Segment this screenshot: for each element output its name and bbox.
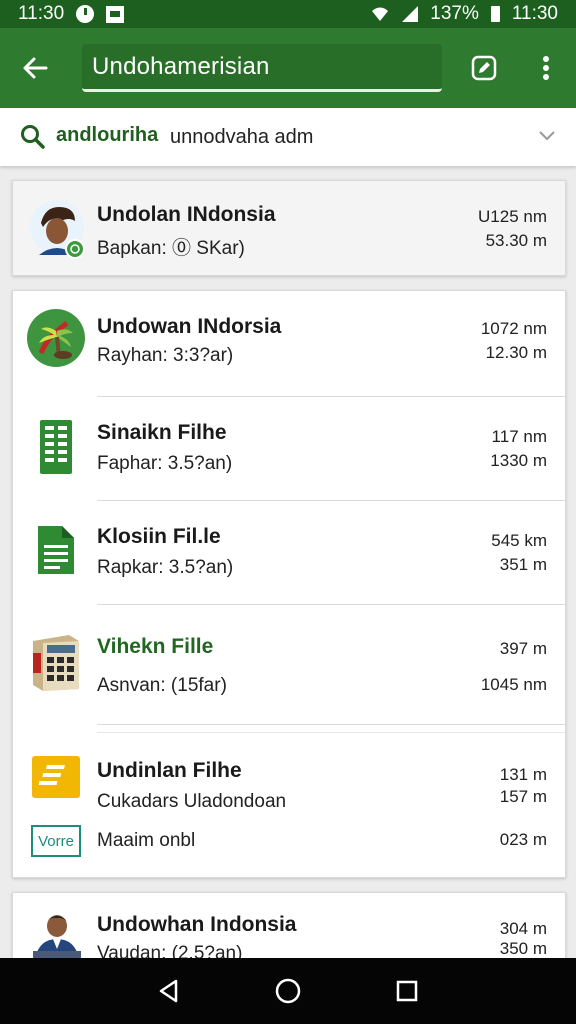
item-subtitle: Asnvan: (15far) — [97, 675, 227, 696]
item-title: Undowhan Indonsia — [97, 913, 297, 936]
wifi-icon — [372, 7, 389, 21]
item-meta-secondary: 351 m — [499, 555, 547, 574]
back-button[interactable] — [0, 28, 70, 108]
item-meta-secondary: 12.30 m — [485, 343, 547, 362]
status-left: 11:30 — [18, 3, 125, 25]
status-bar: 11:30 137% 11:30 — [0, 0, 576, 28]
item-title: Sinaikn Filhe — [97, 421, 227, 444]
item-meta-primary: 131 m — [499, 765, 547, 784]
list-card-1: Undolan INdonsia Bapkan: ⓪ SKar) U125 nm… — [12, 180, 566, 276]
circle-home-icon — [275, 978, 301, 1004]
more-options-button[interactable] — [528, 50, 564, 86]
item-meta-secondary: 350 m — [499, 939, 547, 958]
arrow-back-icon — [23, 57, 48, 79]
app-title: Undohamerisian — [92, 52, 270, 80]
tag-badge: Vorre — [31, 825, 81, 857]
item-subtitle: Bapkan: ⓪ SKar) — [97, 238, 245, 259]
list-item[interactable]: Klosiin Fil.le Rapkar: 3.5?an) 545 km 35… — [13, 501, 565, 605]
item-meta-secondary: 157 m — [499, 787, 547, 806]
spreadsheet-icon — [40, 420, 72, 474]
more-vert-icon — [543, 56, 549, 80]
item-meta-primary: 545 km — [491, 531, 547, 550]
battery-percent: 137% — [430, 3, 479, 24]
status-time: 11:30 — [18, 3, 65, 24]
list-card-2: Undowan INdorsia Rayhan: 3:3?ar) 1072 nm… — [12, 290, 566, 878]
item-meta-secondary: 53.30 m — [485, 231, 547, 250]
item-meta-secondary: 1330 m — [490, 451, 547, 470]
system-nav-bar — [0, 958, 576, 1024]
alarm-icon — [76, 5, 95, 23]
item-meta-primary: 1072 nm — [480, 319, 547, 338]
signal-icon — [402, 6, 419, 22]
item-title: Undowan INdorsia — [97, 315, 282, 338]
app-bar: Undohamerisian — [0, 28, 576, 108]
item-meta-primary: U125 nm — [478, 207, 547, 226]
item-title: Undinlan Filhe — [97, 759, 242, 782]
search-bar: andlouriha — [0, 108, 576, 166]
document-icon — [38, 526, 74, 574]
nav-back-button[interactable] — [149, 971, 189, 1011]
edit-icon — [471, 55, 497, 81]
battery-icon — [490, 6, 500, 22]
divider — [97, 724, 565, 725]
chevron-down-icon[interactable] — [536, 124, 558, 146]
item-title: Klosiin Fil.le — [97, 525, 221, 548]
item-subtitle: Rapkar: 3.5?an) — [97, 557, 234, 578]
item-extra-meta: 023 m — [499, 830, 547, 849]
avatar — [30, 200, 85, 259]
nav-home-button[interactable] — [268, 971, 308, 1011]
image-notification-icon — [106, 5, 125, 23]
list-item[interactable]: Vihekn Fille Asnvan: (15far) 397 m 1045 … — [13, 605, 565, 725]
item-subtitle: Rayhan: 3:3?ar) — [97, 345, 234, 366]
avatar — [33, 915, 81, 959]
item-meta-primary: 304 m — [499, 919, 547, 938]
square-recents-icon — [396, 980, 417, 1002]
item-subtitle: Faphar: 3.5?an) — [97, 453, 233, 474]
list-item[interactable]: Undowan INdorsia Rayhan: 3:3?ar) 1072 nm… — [13, 291, 565, 397]
triangle-back-icon — [160, 979, 178, 1003]
item-title: Vihekn Fille — [97, 635, 214, 658]
edit-button[interactable] — [464, 50, 504, 86]
list-item[interactable]: Undinlan Filhe Cukadars Uladondoan 131 m… — [13, 733, 565, 879]
item-meta-primary: 397 m — [499, 639, 547, 658]
search-icon[interactable] — [20, 124, 46, 150]
calculator-icon — [33, 635, 79, 691]
status-time-right: 11:30 — [511, 3, 558, 24]
item-meta-primary: 117 nm — [491, 427, 547, 446]
status-right: 137% 11:30 — [370, 3, 558, 25]
palm-logo-icon — [27, 309, 85, 367]
nav-recents-button[interactable] — [387, 971, 427, 1011]
item-extra-text: Maaim onbl — [97, 830, 196, 851]
list-item[interactable]: Sinaikn Filhe Faphar: 3.5?an) 117 nm 133… — [13, 397, 565, 501]
item-meta-secondary: 1045 nm — [480, 675, 547, 694]
item-subtitle: Cukadars Uladondoan — [97, 791, 287, 812]
search-filter-chip[interactable]: andlouriha — [56, 124, 158, 147]
item-title: Undolan INdonsia — [97, 203, 276, 226]
folder-yellow-icon — [32, 756, 80, 798]
list-item[interactable]: Undolan INdonsia Bapkan: ⓪ SKar) U125 nm… — [13, 181, 565, 277]
title-field[interactable]: Undohamerisian — [82, 44, 442, 92]
search-input[interactable] — [170, 120, 510, 154]
